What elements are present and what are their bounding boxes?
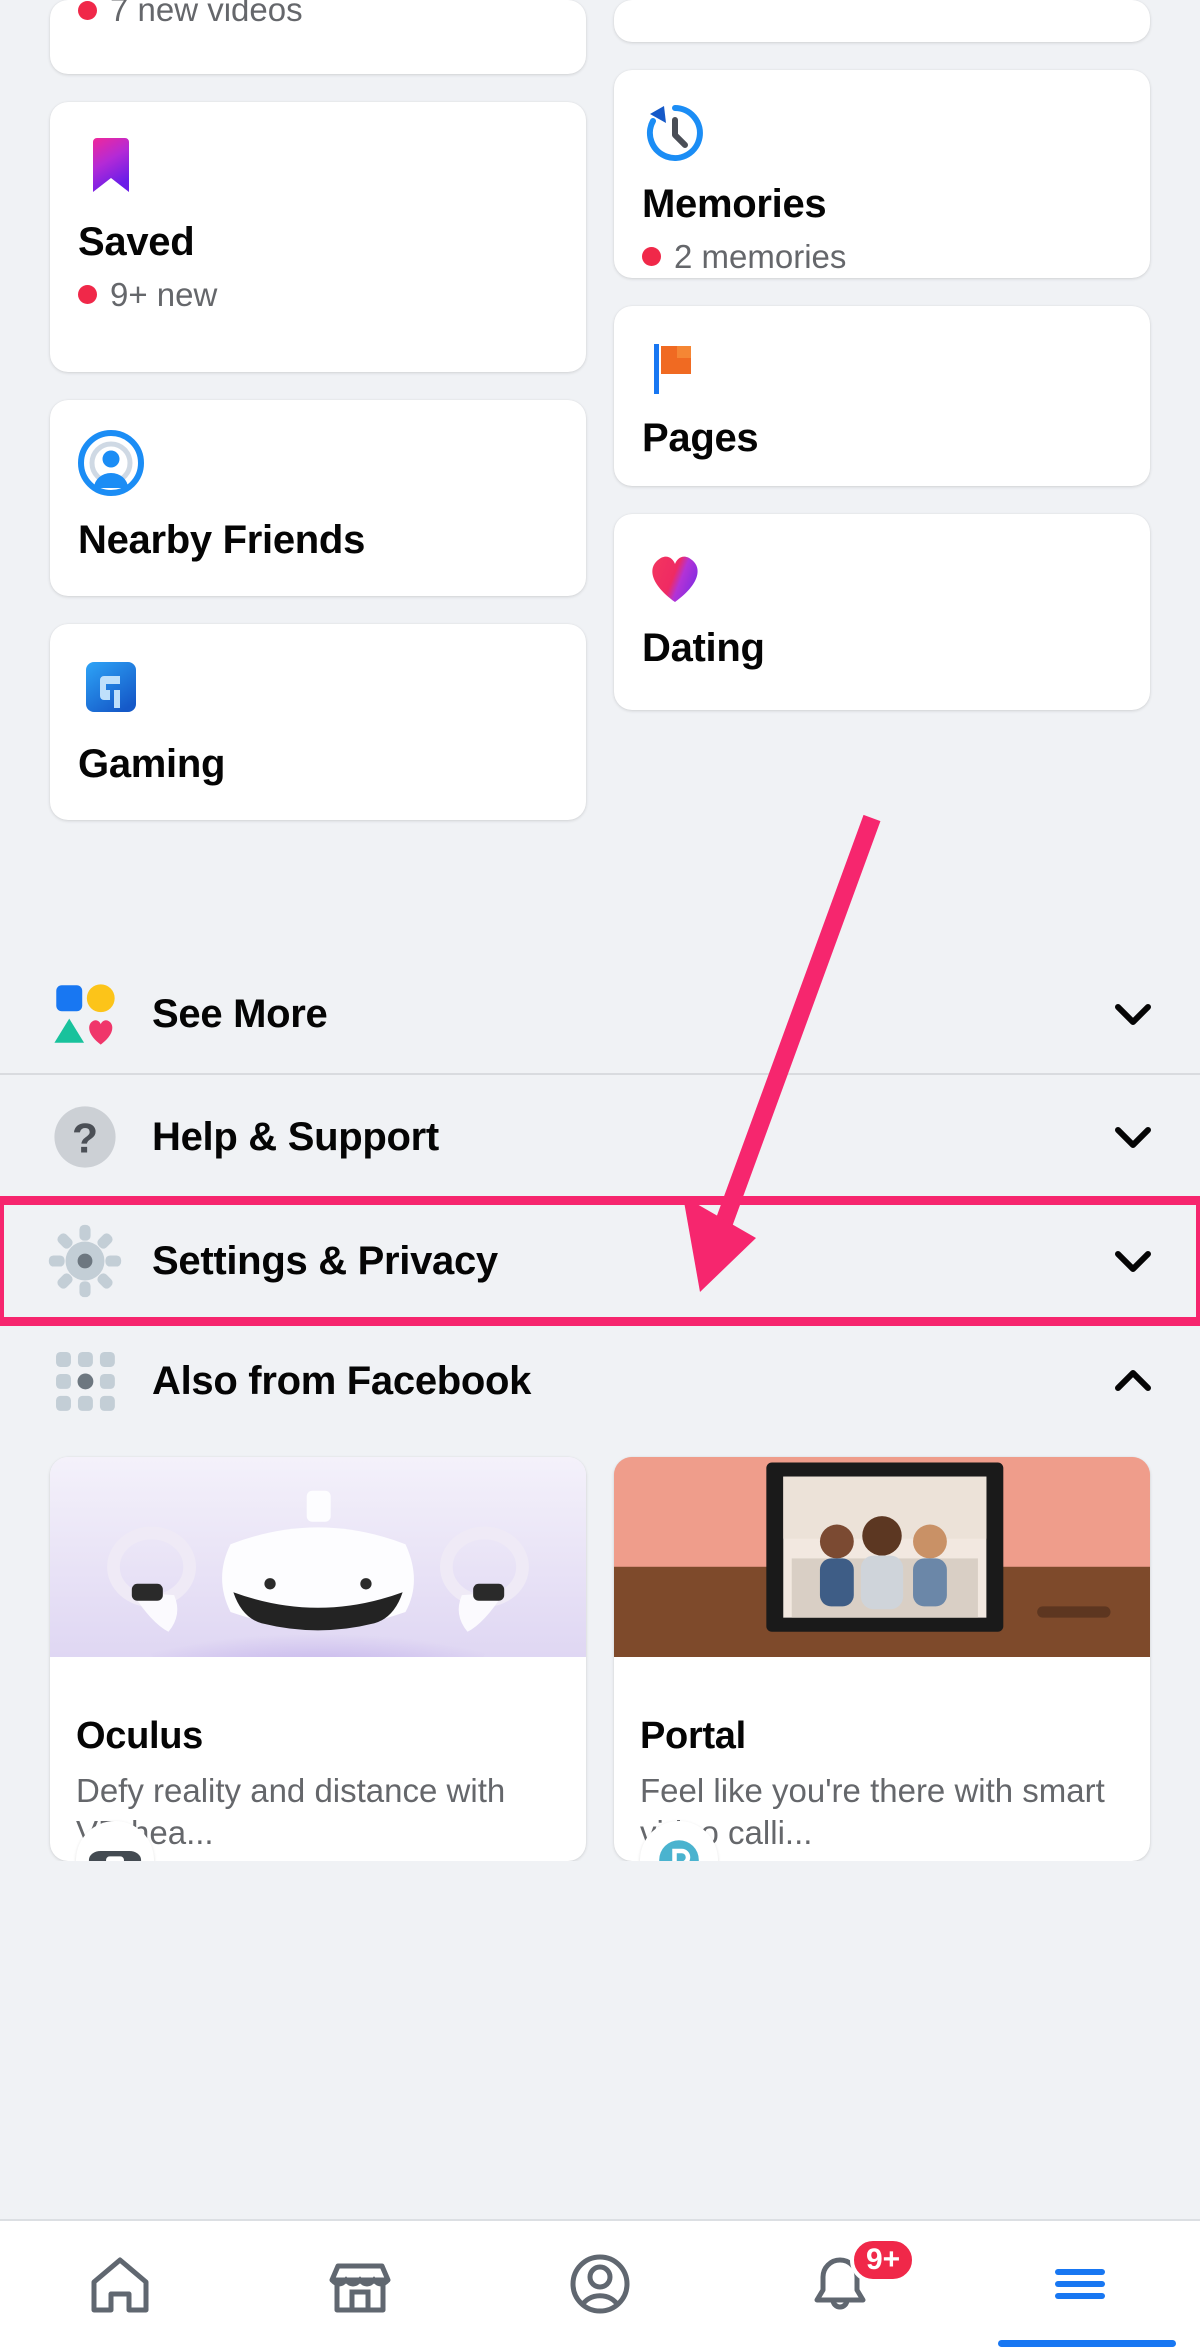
- nav-item-profile[interactable]: [480, 2221, 720, 2347]
- nav-item-notifications[interactable]: 9+: [720, 2221, 960, 2347]
- see-more-icon: [44, 973, 126, 1055]
- shortcut-tile-saved[interactable]: Saved 9+ new: [50, 102, 586, 372]
- portal-hero-image: [614, 1457, 1150, 1657]
- menu-row-label: Settings & Privacy: [152, 1238, 498, 1283]
- home-icon: [91, 2257, 149, 2313]
- gaming-icon: [78, 654, 144, 720]
- menu-row-help-support[interactable]: ? Help & Support: [0, 1073, 1200, 1201]
- menu-row-see-more[interactable]: See More: [0, 955, 1200, 1073]
- bookmark-icon: [78, 132, 144, 198]
- active-tab-indicator: [998, 2340, 1176, 2347]
- nav-item-home[interactable]: [0, 2221, 240, 2347]
- afb-card-title: Oculus: [76, 1715, 204, 1757]
- shortcut-title: Nearby Friends: [78, 518, 366, 562]
- afb-card-portal[interactable]: Portal Feel like you're there with smart…: [614, 1457, 1150, 1861]
- shortcut-badge: 9+ new: [78, 275, 558, 313]
- dating-icon: [642, 544, 708, 610]
- menu-row-settings-privacy[interactable]: Settings & Privacy: [0, 1196, 1200, 1326]
- shortcut-title: Gaming: [78, 742, 226, 786]
- nav-item-menu[interactable]: [960, 2221, 1200, 2347]
- chevron-down-icon[interactable]: [1110, 1114, 1156, 1160]
- shortcut-tile-pages[interactable]: Pages: [614, 306, 1150, 486]
- facebook-menu-screen: 7 new videos Saved 9+ new Nearby Friends…: [0, 0, 1200, 2347]
- shortcut-title: Pages: [642, 416, 759, 460]
- nearby-friends-icon: [78, 430, 144, 496]
- nav-item-marketplace[interactable]: [240, 2221, 480, 2347]
- shortcut-tile-watch[interactable]: 7 new videos: [50, 0, 586, 74]
- shortcuts-right-column: Memories 2 memories Pages Dating: [614, 0, 1150, 955]
- afb-card-oculus[interactable]: Oculus Defy reality and distance with VR…: [50, 1457, 586, 1861]
- shortcut-badge-text: 7 new videos: [110, 0, 303, 28]
- shortcut-badge: 2 memories: [642, 237, 1122, 275]
- menu-row-also-from-facebook[interactable]: Also from Facebook: [0, 1321, 1200, 1441]
- shortcut-tile-nearby-friends[interactable]: Nearby Friends: [50, 400, 586, 596]
- shortcut-title: Memories: [642, 182, 827, 226]
- menu-row-label: Help & Support: [152, 1114, 439, 1159]
- badge-dot-icon: [78, 0, 97, 20]
- afb-card-title: Portal: [640, 1715, 746, 1757]
- shortcut-title: Saved: [78, 220, 195, 264]
- memories-icon: [642, 100, 708, 166]
- gear-icon: [44, 1220, 126, 1302]
- hamburger-menu-icon: [1055, 2269, 1105, 2299]
- menu-row-label: Also from Facebook: [152, 1358, 532, 1403]
- menu-row-label: See More: [152, 991, 328, 1036]
- profile-circle-icon: [570, 2254, 630, 2314]
- shortcuts-grid: 7 new videos Saved 9+ new Nearby Friends…: [0, 0, 1200, 955]
- shortcut-badge-text: 9+ new: [110, 275, 218, 313]
- chevron-down-icon[interactable]: [1110, 1238, 1156, 1284]
- shortcut-tile-dating[interactable]: Dating: [614, 514, 1150, 710]
- shortcuts-left-column: 7 new videos Saved 9+ new Nearby Friends…: [50, 0, 586, 955]
- pages-icon: [642, 336, 708, 402]
- shortcut-badge-text: 2 memories: [674, 237, 847, 275]
- shortcut-tile-partial[interactable]: [614, 0, 1150, 42]
- marketplace-icon: [329, 2263, 391, 2313]
- oculus-hero-image: [50, 1457, 586, 1657]
- badge-dot-icon: [78, 285, 97, 305]
- help-question-icon: ?: [44, 1096, 126, 1178]
- svg-text:?: ?: [72, 1115, 98, 1163]
- grid-apps-icon: [44, 1340, 126, 1422]
- bottom-navigation-bar: 9+: [0, 2219, 1200, 2347]
- badge-dot-icon: [642, 247, 661, 267]
- notification-badge: 9+: [850, 2237, 917, 2283]
- also-from-facebook-cards: Oculus Defy reality and distance with VR…: [0, 1441, 1200, 1861]
- chevron-up-icon[interactable]: [1110, 1358, 1156, 1404]
- shortcut-tile-memories[interactable]: Memories 2 memories: [614, 70, 1150, 278]
- shortcut-title: Dating: [642, 626, 765, 670]
- shortcut-badge: 7 new videos: [78, 0, 558, 28]
- chevron-down-icon[interactable]: [1110, 991, 1156, 1037]
- menu-rows: See More ? Help & Support Settings & Pri…: [0, 955, 1200, 1441]
- shortcut-tile-gaming[interactable]: Gaming: [50, 624, 586, 820]
